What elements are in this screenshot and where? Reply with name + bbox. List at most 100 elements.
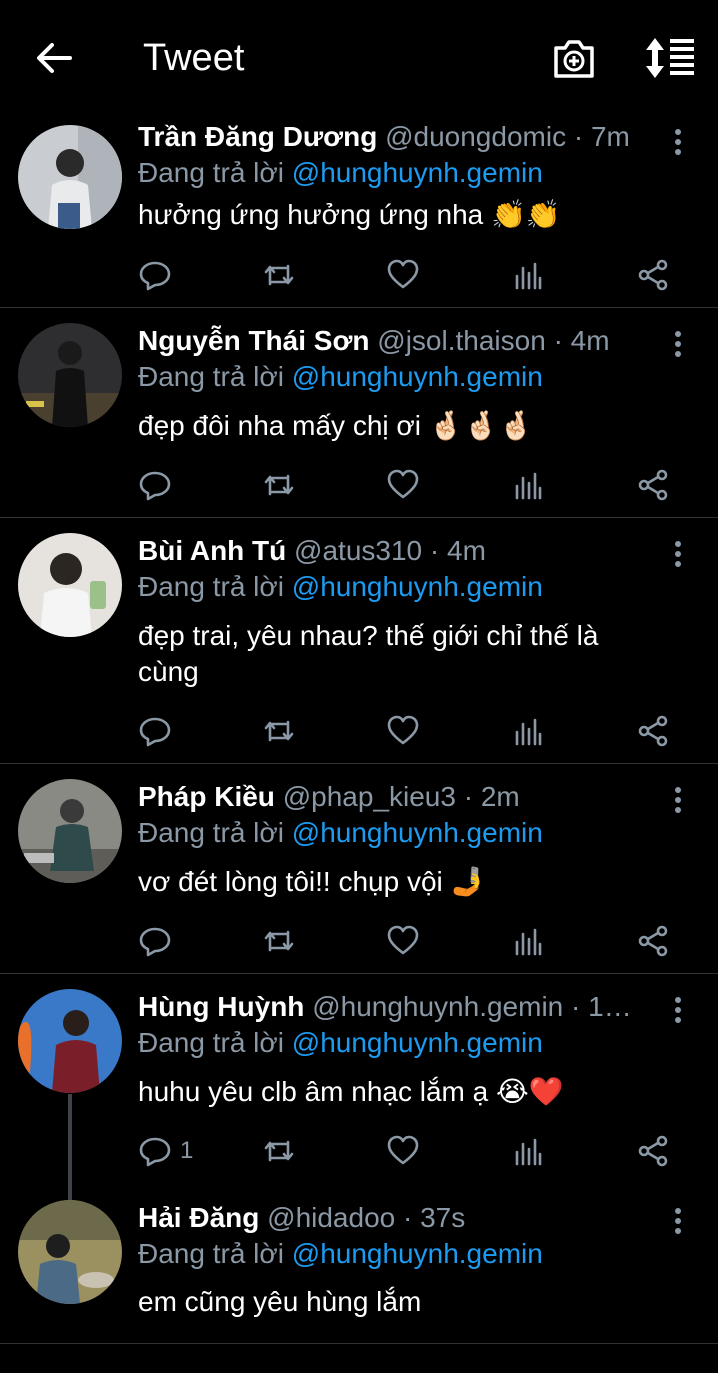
sort-icon[interactable]: [644, 36, 696, 80]
like-button[interactable]: [386, 465, 420, 505]
analytics-button[interactable]: [511, 255, 545, 295]
author-name[interactable]: Bùi Anh Tú: [138, 535, 286, 566]
timestamp: · 37s: [403, 1202, 466, 1233]
reply-tweet[interactable]: Bùi Anh Tú @atus310 · 4m Đang trả lời @h…: [0, 517, 718, 764]
retweet-button[interactable]: [262, 1131, 296, 1171]
heart-icon: [387, 469, 419, 499]
share-button[interactable]: [636, 921, 670, 961]
share-icon: [638, 469, 668, 501]
reply-button[interactable]: [138, 255, 180, 295]
tweet-text: huhu yêu clb âm nhạc lắm ạ 😭❤️: [138, 1076, 564, 1107]
author-name[interactable]: Trần Đăng Dương: [138, 121, 377, 152]
analytics-button[interactable]: [511, 1131, 545, 1171]
avatar[interactable]: [18, 323, 122, 427]
back-arrow-icon[interactable]: [34, 38, 74, 78]
action-bar: [0, 921, 718, 961]
timestamp: · 7m: [573, 121, 630, 152]
share-icon: [638, 925, 668, 957]
avatar[interactable]: [18, 125, 122, 229]
retweet-icon: [264, 264, 294, 286]
tweet-text: đẹp trai, yêu nhau? thế giới chỉ thế là …: [138, 620, 599, 687]
share-button[interactable]: [636, 255, 670, 295]
avatar[interactable]: [18, 989, 122, 1093]
reply-tweet[interactable]: Nguyễn Thái Sơn @jsol.thaison · 4m Đang …: [0, 307, 718, 518]
reply-tweet[interactable]: Pháp Kiều @phap_kieu3 · 2m Đang trả lời …: [0, 763, 718, 974]
analytics-icon: [515, 928, 542, 956]
mention-link[interactable]: @hunghuynh.gemin: [292, 1238, 543, 1269]
share-button[interactable]: [636, 711, 670, 751]
like-button[interactable]: [386, 1131, 420, 1171]
author-handle: @jsol.thaison: [377, 325, 546, 356]
like-button[interactable]: [386, 255, 420, 295]
mention-link[interactable]: @hunghuynh.gemin: [292, 361, 543, 392]
heart-icon: [387, 1135, 419, 1165]
author-name[interactable]: Nguyễn Thái Sơn: [138, 325, 369, 356]
retweet-button[interactable]: [262, 711, 296, 751]
timestamp: · 2m: [463, 781, 520, 812]
retweet-button[interactable]: [262, 465, 296, 505]
action-bar: [0, 465, 718, 505]
author-handle: @hunghuynh.gemin: [312, 991, 564, 1022]
mention-link[interactable]: @hunghuynh.gemin: [292, 571, 543, 602]
replying-to: Đang trả lời @hunghuynh.gemin: [138, 571, 543, 602]
reply-icon: [139, 717, 171, 747]
share-icon: [638, 1135, 668, 1167]
timestamp: · 4m: [553, 325, 610, 356]
analytics-button[interactable]: [511, 711, 545, 751]
reply-button[interactable]: [138, 921, 180, 961]
more-options-icon[interactable]: [668, 127, 688, 157]
reply-icon: [139, 1137, 171, 1167]
retweet-icon: [264, 1140, 294, 1162]
top-bar: Tweet: [0, 0, 718, 115]
author-name[interactable]: Pháp Kiều: [138, 781, 275, 812]
analytics-button[interactable]: [511, 465, 545, 505]
camera-plus-icon[interactable]: [552, 36, 596, 80]
avatar[interactable]: [18, 779, 122, 883]
analytics-icon: [515, 718, 542, 746]
share-icon: [638, 715, 668, 747]
timestamp: · 4m: [429, 535, 486, 566]
author-name[interactable]: Hùng Huỳnh: [138, 991, 304, 1022]
reply-icon: [139, 261, 171, 291]
author-handle: @duongdomic: [385, 121, 567, 152]
more-options-icon[interactable]: [668, 329, 688, 359]
reply-button[interactable]: [138, 711, 180, 751]
action-bar: [0, 711, 718, 751]
reply-tweet[interactable]: Hải Đăng @hidadoo · 37s Đang trả lời @hu…: [0, 1183, 718, 1344]
reply-button[interactable]: 1: [138, 1131, 193, 1171]
retweet-icon: [264, 720, 294, 742]
reply-button[interactable]: [138, 465, 180, 505]
avatar[interactable]: [18, 1200, 122, 1304]
retweet-button[interactable]: [262, 921, 296, 961]
author-name[interactable]: Hải Đăng: [138, 1202, 259, 1233]
author-handle: @atus310: [294, 535, 423, 566]
author-handle: @hidadoo: [267, 1202, 396, 1233]
reply-tweet[interactable]: Hùng Huỳnh @hunghuynh.gemin · 1… Đang tr…: [0, 973, 718, 1183]
mention-link[interactable]: @hunghuynh.gemin: [292, 817, 543, 848]
mention-link[interactable]: @hunghuynh.gemin: [292, 1027, 543, 1058]
heart-icon: [387, 925, 419, 955]
more-options-icon[interactable]: [668, 1206, 688, 1236]
replying-to: Đang trả lời @hunghuynh.gemin: [138, 1238, 543, 1269]
reply-icon: [139, 927, 171, 957]
mention-link[interactable]: @hunghuynh.gemin: [292, 157, 543, 188]
share-button[interactable]: [636, 1131, 670, 1171]
heart-icon: [387, 259, 419, 289]
more-options-icon[interactable]: [668, 539, 688, 569]
like-button[interactable]: [386, 711, 420, 751]
more-options-icon[interactable]: [668, 995, 688, 1025]
share-button[interactable]: [636, 465, 670, 505]
analytics-button[interactable]: [511, 921, 545, 961]
analytics-icon: [515, 472, 542, 500]
retweet-icon: [264, 474, 294, 496]
reply-icon: [139, 471, 171, 501]
reply-tweet[interactable]: Trần Đăng Dương @duongdomic · 7m Đang tr…: [0, 115, 718, 308]
replying-to: Đang trả lời @hunghuynh.gemin: [138, 817, 543, 848]
analytics-icon: [515, 262, 542, 290]
more-options-icon[interactable]: [668, 785, 688, 815]
reply-count: 1: [180, 1137, 194, 1164]
retweet-button[interactable]: [262, 255, 296, 295]
like-button[interactable]: [386, 921, 420, 961]
tweet-text: em cũng yêu hùng lắm: [138, 1286, 422, 1317]
avatar[interactable]: [18, 533, 122, 637]
